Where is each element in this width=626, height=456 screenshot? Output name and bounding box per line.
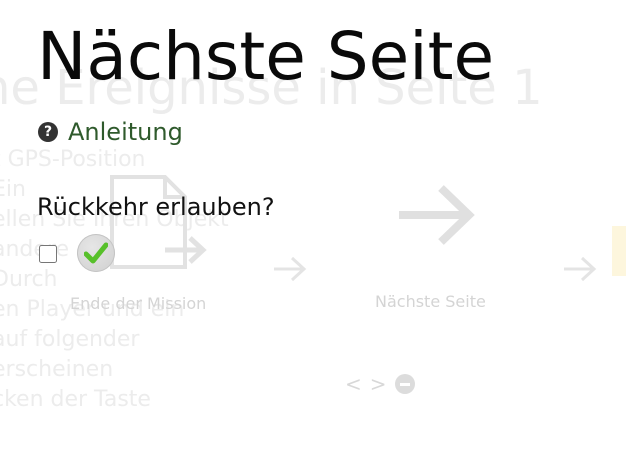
arrow-right-icon xyxy=(274,256,307,282)
background-line: erscheinen xyxy=(0,357,114,382)
background-line: cken der Taste xyxy=(0,387,151,412)
end-caption: Ende der Mission xyxy=(70,294,207,313)
background-highlight xyxy=(612,226,626,276)
chevron-right-icon: > xyxy=(369,372,387,396)
minus-circle-icon xyxy=(394,374,415,394)
background-nav: < > xyxy=(345,372,415,396)
document-arrow-icon xyxy=(110,175,207,269)
background-text: t GPS-Position Ein ellen Sie Ihren Objek… xyxy=(0,145,229,415)
checkmark-icon xyxy=(84,242,108,264)
background-line: en Player und ein xyxy=(0,297,185,322)
chevron-left-icon: < xyxy=(345,372,362,396)
background-line: Durch xyxy=(0,267,58,292)
allow-return-checkbox[interactable] xyxy=(39,245,57,263)
arrow-right-icon xyxy=(399,185,475,245)
next-caption: Nächste Seite xyxy=(375,292,486,311)
confirm-button[interactable] xyxy=(77,234,115,272)
background-line: auf folgender xyxy=(0,327,140,352)
help-label: Anleitung xyxy=(68,118,183,146)
question-circle-icon: ? xyxy=(38,122,58,142)
background-line: t GPS-Position xyxy=(0,147,146,172)
help-link[interactable]: ? Anleitung xyxy=(38,118,183,146)
arrow-right-icon xyxy=(564,256,597,282)
allow-return-label: Rückkehr erlauben? xyxy=(37,193,275,221)
page-title: Nächste Seite xyxy=(37,18,495,95)
